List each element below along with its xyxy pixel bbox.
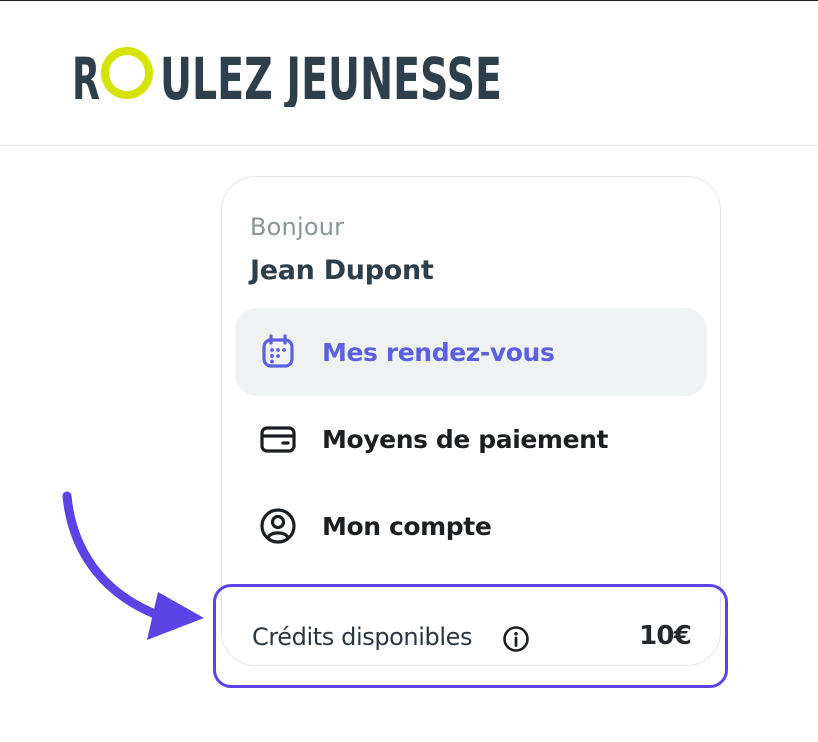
user-circle-icon xyxy=(258,506,298,546)
logo-letters: ULEZ JEUNESSE xyxy=(160,45,502,107)
page: R ULEZ JEUNESSE Bonjour Jean Dupont Mes … xyxy=(0,0,818,742)
menu-item-label: Mon compte xyxy=(322,511,492,541)
menu-item-payments[interactable]: Moyens de paiement xyxy=(235,395,707,483)
menu-item-label: Mes rendez-vous xyxy=(322,337,555,367)
greeting: Bonjour xyxy=(250,213,345,241)
calendar-icon xyxy=(258,332,298,372)
credits-highlight: Crédits disponibles 10€ xyxy=(213,584,728,688)
menu-item-appointments[interactable]: Mes rendez-vous xyxy=(235,308,707,396)
credits-value: 10€ xyxy=(639,621,692,651)
logo[interactable]: R ULEZ JEUNESSE xyxy=(72,41,512,113)
credits-label: Crédits disponibles xyxy=(252,623,473,651)
site-header: R ULEZ JEUNESSE xyxy=(0,1,818,145)
user-name: Jean Dupont xyxy=(250,255,434,286)
menu-item-account[interactable]: Mon compte xyxy=(235,482,707,570)
arrow-icon xyxy=(50,488,225,648)
logo-wordmark: R ULEZ JEUNESSE xyxy=(72,45,502,113)
info-icon[interactable] xyxy=(502,625,530,653)
logo-letter-r: R xyxy=(72,45,100,107)
logo-ring-icon xyxy=(101,47,153,99)
menu-item-label: Moyens de paiement xyxy=(322,424,609,454)
header-divider xyxy=(0,145,818,146)
wallet-icon xyxy=(258,419,298,459)
